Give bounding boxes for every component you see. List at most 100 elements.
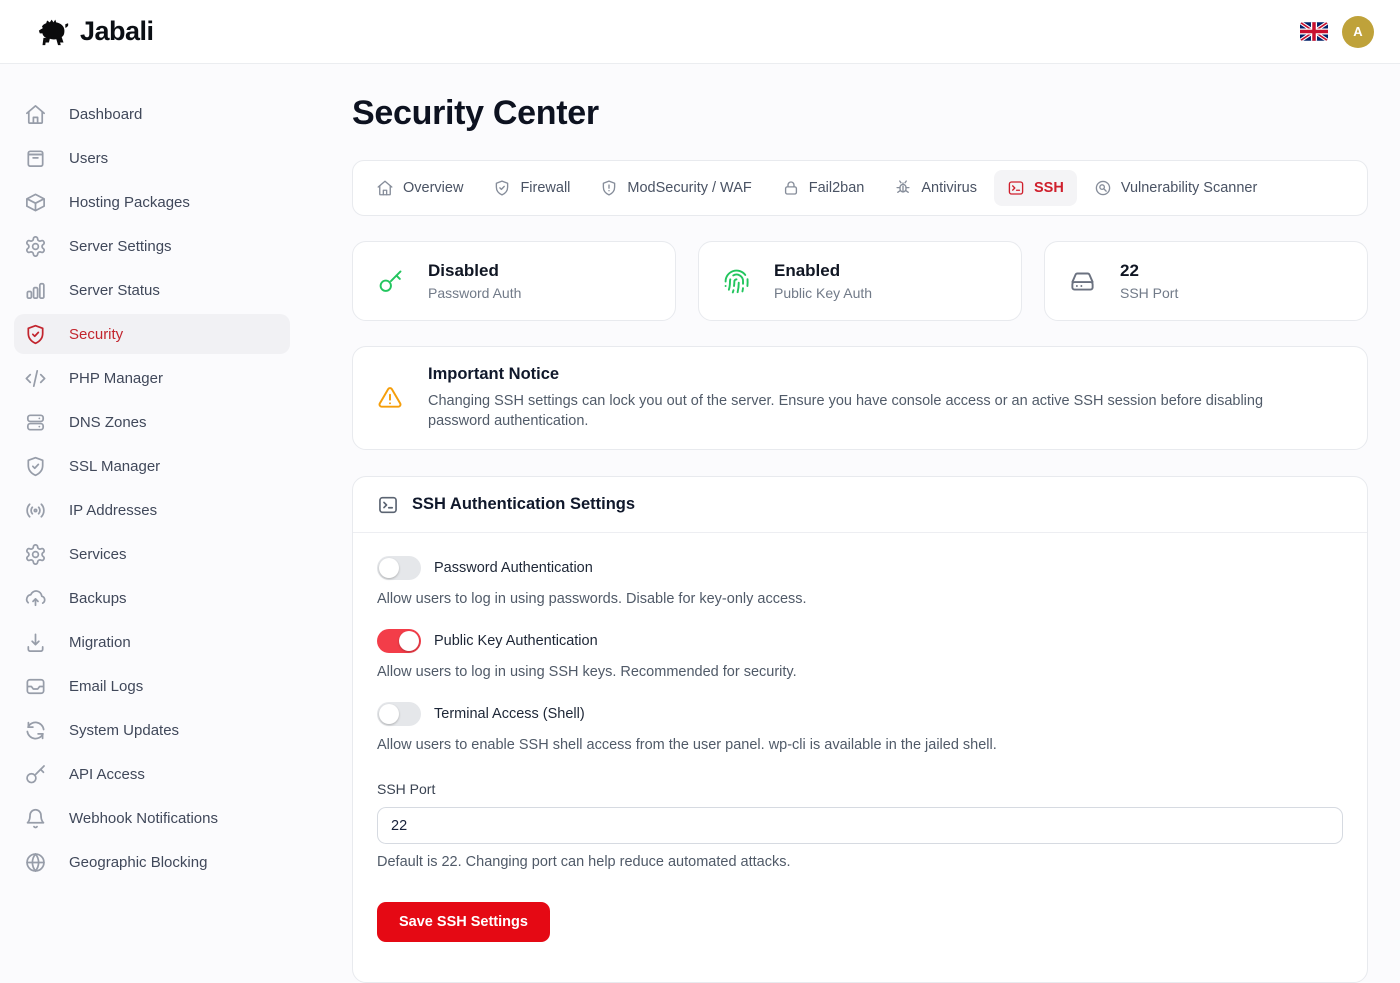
toggle-description: Allow users to log in using SSH keys. Re… bbox=[377, 662, 1343, 682]
stat-text: Disabled Password Auth bbox=[428, 261, 521, 301]
ssh-port-label: SSH Port bbox=[377, 781, 1343, 797]
tab-label: Vulnerability Scanner bbox=[1121, 180, 1257, 196]
toggle-label: Password Authentication bbox=[434, 560, 593, 576]
key-icon bbox=[24, 763, 47, 786]
sidebar-item-label: Migration bbox=[69, 634, 131, 651]
notice-text: Important Notice Changing SSH settings c… bbox=[428, 365, 1318, 431]
stat-text: Enabled Public Key Auth bbox=[774, 261, 872, 301]
home-icon bbox=[376, 179, 394, 197]
tab-vulnerability-scanner[interactable]: Vulnerability Scanner bbox=[1081, 170, 1270, 206]
toggle-label: Public Key Authentication bbox=[434, 633, 598, 649]
stat-label: Public Key Auth bbox=[774, 285, 872, 301]
tab-label: Fail2ban bbox=[809, 180, 865, 196]
tab-firewall[interactable]: Firewall bbox=[480, 170, 583, 206]
tab-overview[interactable]: Overview bbox=[363, 170, 476, 206]
stat-value: Enabled bbox=[774, 261, 872, 281]
toggle-group-public-key-authentication: Public Key Authentication Allow users to … bbox=[377, 629, 1343, 682]
sidebar-item-label: API Access bbox=[69, 766, 145, 783]
bar-chart-icon bbox=[24, 279, 47, 302]
sidebar-item-services[interactable]: Services bbox=[14, 534, 290, 574]
stat-label: Password Auth bbox=[428, 285, 521, 301]
sidebar-item-label: Webhook Notifications bbox=[69, 810, 218, 827]
tab-fail2ban[interactable]: Fail2ban bbox=[769, 170, 878, 206]
ssh-settings-body: Password Authentication Allow users to lo… bbox=[353, 533, 1367, 982]
tab-modsecurity-waf[interactable]: ModSecurity / WAF bbox=[587, 170, 764, 206]
toggle-label: Terminal Access (Shell) bbox=[434, 706, 585, 722]
search-circle-icon bbox=[1094, 179, 1112, 197]
save-ssh-settings-button[interactable]: Save SSH Settings bbox=[377, 902, 550, 942]
alert-triangle-icon bbox=[377, 385, 403, 411]
sidebar-item-label: Users bbox=[69, 150, 108, 167]
sidebar-item-backups[interactable]: Backups bbox=[14, 578, 290, 618]
gear-icon bbox=[24, 235, 47, 258]
sidebar-item-label: Security bbox=[69, 326, 123, 343]
toggle-knob bbox=[399, 631, 419, 651]
toggle-group-terminal-access-shell: Terminal Access (Shell) Allow users to en… bbox=[377, 702, 1343, 755]
fingerprint-icon bbox=[723, 268, 750, 295]
ssh-settings-title: SSH Authentication Settings bbox=[412, 495, 635, 514]
sidebar-item-api-access[interactable]: API Access bbox=[14, 754, 290, 794]
home-icon bbox=[24, 103, 47, 126]
toggle-terminal-access-shell[interactable] bbox=[377, 702, 421, 726]
toggle-description: Allow users to enable SSH shell access f… bbox=[377, 735, 1343, 755]
sidebar-item-migration[interactable]: Migration bbox=[14, 622, 290, 662]
topbar: Jabali A bbox=[0, 0, 1400, 64]
layout: Dashboard Users Hosting PackagesServer Set… bbox=[0, 64, 1400, 900]
stat-text: 22SSH Port bbox=[1120, 261, 1178, 301]
sidebar-item-webhook-notifications[interactable]: Webhook Notifications bbox=[14, 798, 290, 838]
sidebar-item-ip-addresses[interactable]: IP Addresses bbox=[14, 490, 290, 530]
ssh-port-input[interactable] bbox=[377, 807, 1343, 844]
sidebar-item-server-settings[interactable]: Server Settings bbox=[14, 226, 290, 266]
gear-icon bbox=[24, 543, 47, 566]
sidebar-item-geographic-blocking[interactable]: Geographic Blocking bbox=[14, 842, 290, 882]
page-title: Security Center bbox=[352, 94, 1368, 133]
toggle-password-authentication[interactable] bbox=[377, 556, 421, 580]
tab-label: Antivirus bbox=[921, 180, 977, 196]
ssh-settings-header: SSH Authentication Settings bbox=[353, 477, 1367, 533]
sidebar-item-server-status[interactable]: Server Status bbox=[14, 270, 290, 310]
sidebar-item-users[interactable]: Users bbox=[14, 138, 290, 178]
brand[interactable]: Jabali bbox=[26, 16, 154, 47]
notice-body: Changing SSH settings can lock you out o… bbox=[428, 391, 1318, 431]
sidebar-item-label: Services bbox=[69, 546, 127, 563]
sidebar-item-security[interactable]: Security bbox=[14, 314, 290, 354]
sidebar-item-ssl-manager[interactable]: SSL Manager bbox=[14, 446, 290, 486]
package-icon bbox=[24, 191, 47, 214]
sidebar-item-php-manager[interactable]: PHP Manager bbox=[14, 358, 290, 398]
hard-drive-icon bbox=[1069, 268, 1096, 295]
sidebar-item-label: Server Status bbox=[69, 282, 160, 299]
sidebar-item-label: Email Logs bbox=[69, 678, 143, 695]
tab-label: ModSecurity / WAF bbox=[627, 180, 751, 196]
tab-ssh[interactable]: SSH bbox=[994, 170, 1077, 206]
brand-name: Jabali bbox=[80, 16, 154, 47]
shield-check-icon bbox=[24, 323, 47, 346]
lock-icon bbox=[782, 179, 800, 197]
code-icon bbox=[24, 367, 47, 390]
stat-value: Disabled bbox=[428, 261, 521, 281]
avatar[interactable]: A bbox=[1342, 16, 1374, 48]
toggle-description: Allow users to log in using passwords. D… bbox=[377, 589, 1343, 609]
shield-check-icon bbox=[493, 179, 511, 197]
sidebar-item-dns-zones[interactable]: DNS Zones bbox=[14, 402, 290, 442]
shield-alert-icon bbox=[600, 179, 618, 197]
main-content: Security Center Overview Firewall ModSecur… bbox=[304, 64, 1400, 900]
sidebar-item-hosting-packages[interactable]: Hosting Packages bbox=[14, 182, 290, 222]
globe-icon bbox=[24, 851, 47, 874]
sidebar-item-system-updates[interactable]: System Updates bbox=[14, 710, 290, 750]
toggle-public-key-authentication[interactable] bbox=[377, 629, 421, 653]
uk-flag-language-icon[interactable] bbox=[1300, 22, 1328, 41]
inbox-icon bbox=[24, 675, 47, 698]
sidebar-item-dashboard[interactable]: Dashboard bbox=[14, 94, 290, 134]
tab-label: SSH bbox=[1034, 180, 1064, 196]
sidebar-item-label: System Updates bbox=[69, 722, 179, 739]
toggle-list: Password Authentication Allow users to lo… bbox=[377, 556, 1343, 755]
drawer-icon bbox=[24, 147, 47, 170]
tab-label: Firewall bbox=[520, 180, 570, 196]
stat-card-password-auth: Disabled Password Auth bbox=[352, 241, 676, 321]
sidebar-item-email-logs[interactable]: Email Logs bbox=[14, 666, 290, 706]
stat-value: 22 bbox=[1120, 261, 1178, 281]
notice-title: Important Notice bbox=[428, 365, 1318, 384]
tab-antivirus[interactable]: Antivirus bbox=[881, 170, 990, 206]
toggle-group-password-authentication: Password Authentication Allow users to lo… bbox=[377, 556, 1343, 609]
stat-card-public-key-auth: Enabled Public Key Auth bbox=[698, 241, 1022, 321]
